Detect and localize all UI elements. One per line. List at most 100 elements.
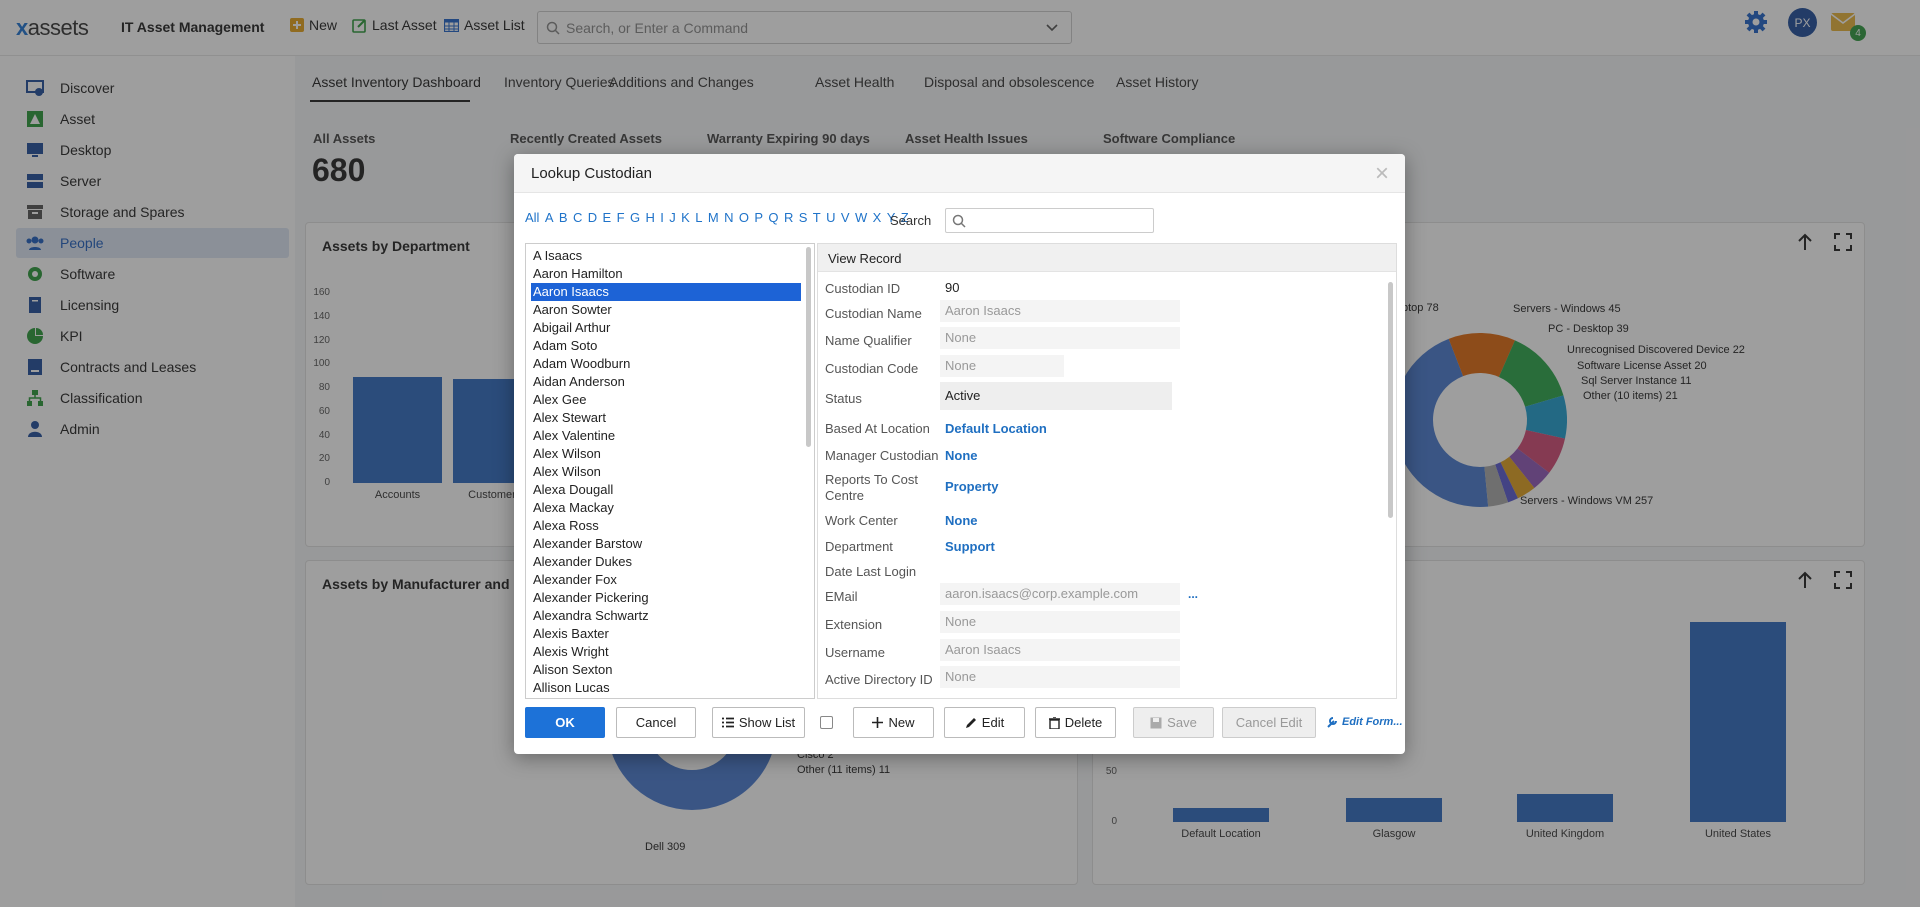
show-list-checkbox[interactable] [820, 716, 833, 729]
edit-form-link[interactable]: Edit Form... [1326, 716, 1403, 728]
alpha-filter-b[interactable]: B [559, 210, 568, 225]
department-link[interactable]: Support [945, 539, 995, 554]
alpha-filter-h[interactable]: H [645, 210, 654, 225]
work-center-link[interactable]: None [945, 513, 978, 528]
alpha-filter-i[interactable]: I [660, 210, 664, 225]
alpha-filter-a[interactable]: A [545, 210, 554, 225]
email-label: EMail [825, 589, 858, 604]
alpha-filter-o[interactable]: O [739, 210, 749, 225]
list-item[interactable]: Alexander Fox [531, 571, 801, 589]
alpha-filter-n[interactable]: N [724, 210, 733, 225]
list-item[interactable]: Aaron Sowter [531, 301, 801, 319]
alpha-filter-k[interactable]: K [681, 210, 690, 225]
list-item[interactable]: Alexander Dukes [531, 553, 801, 571]
list-item[interactable]: A Isaacs [531, 247, 801, 265]
list-item[interactable]: Aaron Isaacs [531, 283, 801, 301]
based-at-label: Based At Location [825, 421, 930, 436]
alpha-filter-j[interactable]: J [669, 210, 676, 225]
cancel-button[interactable]: Cancel [616, 707, 696, 738]
department-label: Department [825, 539, 893, 554]
alpha-filter-f[interactable]: F [617, 210, 625, 225]
email-more-button[interactable]: ... [1188, 587, 1198, 601]
search-label: Search [890, 213, 932, 228]
delete-button[interactable]: Delete [1035, 707, 1116, 738]
custodian-code-field[interactable]: None [940, 355, 1064, 377]
list-item[interactable]: Alexis Baxter [531, 625, 801, 643]
custodian-name-label: Custodian Name [825, 306, 922, 321]
lookup-custodian-dialog: Lookup Custodian × All A B C D E F G H I J K L M N O P Q R… [514, 154, 1405, 754]
show-list-button[interactable]: Show List [712, 707, 805, 738]
alpha-filter-w[interactable]: W [855, 210, 867, 225]
edit-button[interactable]: Edit [944, 707, 1025, 738]
list-item[interactable]: Alexa Dougall [531, 481, 801, 499]
list-item[interactable]: Aidan Anderson [531, 373, 801, 391]
custodian-id-value: 90 [945, 280, 960, 295]
alpha-filter-l[interactable]: L [695, 210, 702, 225]
alpha-filter-m[interactable]: M [708, 210, 719, 225]
list-scrollbar[interactable] [806, 247, 811, 447]
username-field[interactable]: Aaron Isaacs [940, 639, 1180, 661]
list-item[interactable]: Alex Gee [531, 391, 801, 409]
cancel-edit-button[interactable]: Cancel Edit [1222, 707, 1316, 738]
alpha-filter-s[interactable]: S [799, 210, 808, 225]
list-item[interactable]: Adam Soto [531, 337, 801, 355]
reports-to-link[interactable]: Property [945, 479, 998, 494]
list-item[interactable]: Alison Sexton [531, 661, 801, 679]
list-item[interactable]: Alexander Pickering [531, 589, 801, 607]
list-item[interactable]: Alex Valentine [531, 427, 801, 445]
list-item[interactable]: Alexa Ross [531, 517, 801, 535]
close-icon[interactable]: × [1375, 160, 1389, 188]
list-item[interactable]: Alex Wilson [531, 463, 801, 481]
list-item[interactable]: Alex Wilson [531, 445, 801, 463]
custodian-name-field[interactable]: Aaron Isaacs [940, 300, 1180, 322]
list-item[interactable]: Aaron Hamilton [531, 265, 801, 283]
pencil-icon [965, 717, 976, 728]
alpha-filter-g[interactable]: G [630, 210, 640, 225]
ad-id-field[interactable]: None [940, 666, 1180, 688]
extension-label: Extension [825, 617, 883, 632]
record-scrollbar[interactable] [1388, 282, 1393, 518]
alpha-filter-p[interactable]: P [754, 210, 763, 225]
floppy-icon [1150, 717, 1162, 728]
alpha-filter-t[interactable]: T [813, 210, 821, 225]
list-item[interactable]: Abigail Arthur [531, 319, 801, 337]
trash-icon [1048, 716, 1060, 729]
email-field[interactable]: aaron.isaacs@corp.example.com [940, 583, 1180, 605]
date-last-login-label: Date Last Login [825, 564, 917, 579]
status-select[interactable]: Active [940, 382, 1172, 410]
alphabet-filter: All A B C D E F G H I J K L M N O P Q R S T U V W X Y Z [525, 210, 914, 225]
list-item[interactable]: Alexa Mackay [531, 499, 801, 517]
based-at-link[interactable]: Default Location [945, 421, 1047, 436]
alpha-filter-all[interactable]: All [525, 210, 539, 225]
save-button[interactable]: Save [1133, 707, 1214, 738]
name-qualifier-field[interactable]: None [940, 327, 1180, 349]
view-record-panel: View Record Custodian ID 90 Custodian Na… [817, 243, 1397, 699]
list-icon [721, 717, 734, 728]
list-item[interactable]: Allison Lucas [531, 679, 801, 697]
list-item[interactable]: Alexis Wright [531, 643, 801, 661]
alpha-filter-d[interactable]: D [588, 210, 597, 225]
ok-button[interactable]: OK [525, 707, 605, 738]
list-item[interactable]: Adam Woodburn [531, 355, 801, 373]
list-item[interactable]: Alex Stewart [531, 409, 801, 427]
custodian-list[interactable]: A Isaacs Aaron Hamilton Aaron Isaacs Aaron … [525, 243, 815, 699]
custodian-search-input[interactable] [945, 208, 1154, 233]
new-record-button[interactable]: New [853, 707, 934, 738]
custodian-code-label: Custodian Code [825, 361, 919, 376]
ad-id-label: Active Directory ID [825, 672, 933, 687]
manager-link[interactable]: None [945, 448, 978, 463]
list-item[interactable]: Alexander Barstow [531, 535, 801, 553]
custodian-id-label: Custodian ID [825, 281, 901, 296]
alpha-filter-e[interactable]: E [603, 210, 612, 225]
dialog-header: Lookup Custodian × [514, 154, 1405, 193]
alpha-filter-q[interactable]: Q [768, 210, 778, 225]
wrench-icon [1327, 717, 1337, 728]
extension-field[interactable]: None [940, 611, 1180, 633]
alpha-filter-c[interactable]: C [573, 210, 582, 225]
alpha-filter-r[interactable]: R [784, 210, 793, 225]
alpha-filter-u[interactable]: U [826, 210, 835, 225]
status-label: Status [825, 391, 862, 406]
alpha-filter-v[interactable]: V [841, 210, 850, 225]
list-item[interactable]: Alexandra Schwartz [531, 607, 801, 625]
alpha-filter-x[interactable]: X [873, 210, 882, 225]
